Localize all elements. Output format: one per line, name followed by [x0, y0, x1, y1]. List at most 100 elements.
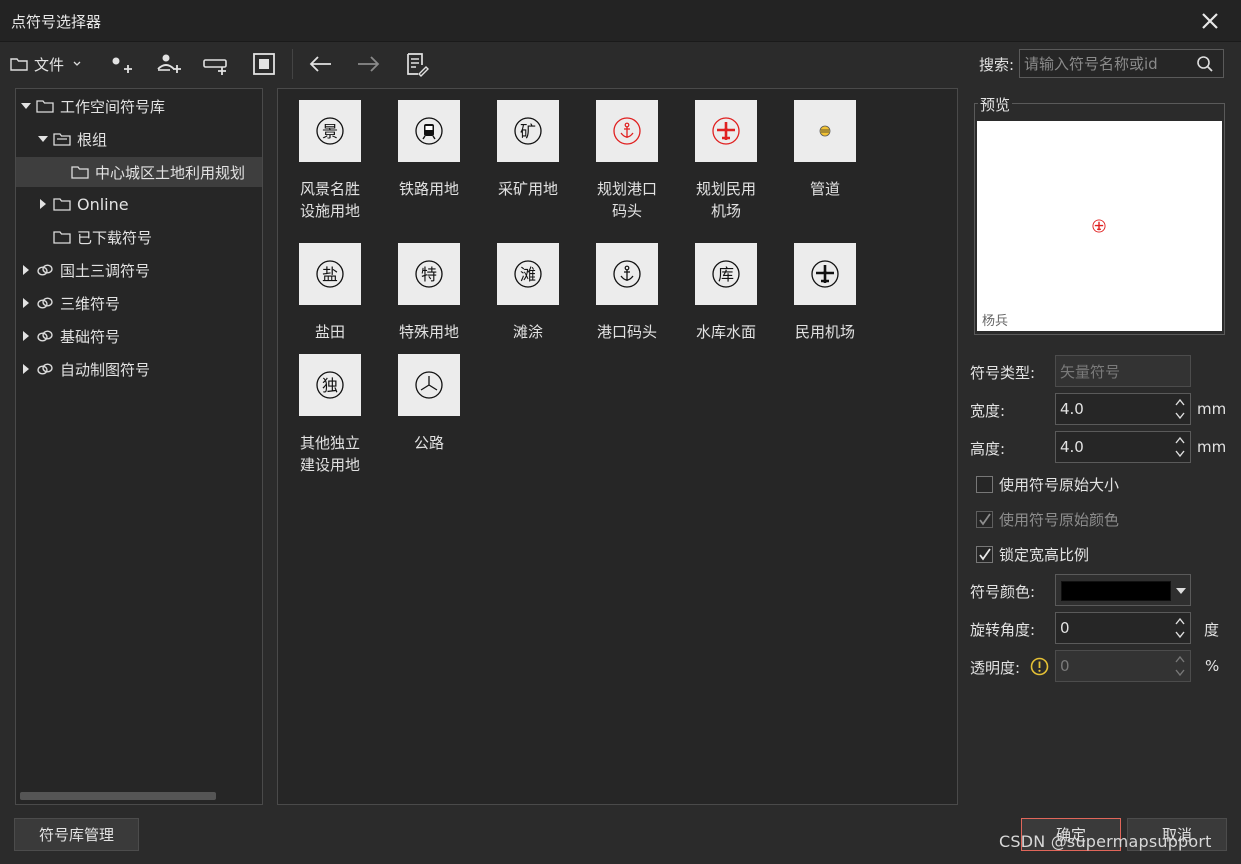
symbol-glyph: 景 [322, 122, 338, 141]
tree-item-online[interactable]: Online [16, 189, 262, 219]
symbol-name: 规划民用 [695, 180, 756, 198]
symbol-frame-button[interactable] [251, 51, 277, 77]
document-edit-icon [407, 53, 429, 77]
symbol-item[interactable]: 盐 盐田 [290, 243, 370, 343]
search-icon[interactable] [1196, 55, 1214, 73]
symbol-name: 管道 [809, 180, 840, 198]
symbol-glyph: 矿 [520, 122, 536, 141]
highway-icon [415, 371, 443, 399]
collapsed-arrow-icon[interactable] [20, 363, 32, 375]
file-menu-button[interactable]: 文件 [10, 51, 82, 77]
symbol-item[interactable]: 民用机场 [785, 243, 865, 343]
symbol-item[interactable]: 矿 采矿用地 [488, 100, 568, 200]
search-label: 搜索: [979, 56, 1015, 74]
link-icon [37, 297, 53, 309]
rotation-spinbox[interactable]: 0 [1055, 612, 1191, 644]
add-point-icon [112, 57, 132, 73]
close-icon[interactable] [1197, 8, 1223, 34]
symbol-item[interactable]: 库 水库水面 [686, 243, 766, 343]
lock-ratio-checkbox[interactable]: 锁定宽高比例 [976, 544, 1089, 565]
arrow-left-icon [309, 56, 331, 72]
collapsed-arrow-icon[interactable] [20, 330, 32, 342]
width-spinbox[interactable]: 4.0 [1055, 393, 1191, 425]
frame-icon [253, 53, 275, 75]
symbol-type-label: 符号类型: [970, 364, 1036, 382]
tree-item-workspace-library[interactable]: 工作空间符号库 [16, 91, 262, 121]
checkbox-label: 使用符号原始大小 [999, 476, 1120, 494]
symbol-glyph: 盐 [322, 265, 338, 284]
link-icon [37, 330, 53, 342]
forward-button[interactable] [355, 51, 381, 77]
symbol-name: 铁路用地 [398, 180, 459, 198]
symbol-item[interactable]: 港口码头 [587, 243, 667, 343]
manage-library-button[interactable]: 符号库管理 [14, 818, 139, 851]
rotation-label: 旋转角度: [970, 621, 1036, 639]
symbol-color-label: 符号颜色: [970, 583, 1036, 601]
checkmark-icon [979, 548, 991, 561]
symbol-item[interactable]: 管道 [785, 100, 865, 200]
add-group-button[interactable] [155, 51, 183, 77]
symbol-color-picker[interactable] [1055, 574, 1191, 606]
use-original-color-checkbox[interactable]: 使用符号原始颜色 [976, 509, 1119, 530]
add-person-icon [157, 54, 181, 73]
tree-item-label: 自动制图符号 [60, 360, 151, 379]
tree-item-downloaded[interactable]: 已下载符号 [16, 222, 262, 252]
symbol-item[interactable]: 规划民用 机场 [686, 100, 766, 222]
symbol-item[interactable]: 规划港口 码头 [587, 100, 667, 222]
width-unit: mm [1197, 400, 1227, 418]
folder-icon [10, 58, 28, 71]
checkbox-label: 使用符号原始颜色 [999, 511, 1120, 529]
collapsed-arrow-icon[interactable] [20, 264, 32, 276]
dropdown-arrow-icon[interactable] [1176, 587, 1186, 595]
train-icon [415, 117, 443, 145]
symbol-item[interactable]: 独 其他独立 建设用地 [290, 354, 370, 476]
horizontal-scrollbar[interactable] [20, 792, 216, 800]
spinner-arrows-icon[interactable] [1174, 435, 1186, 459]
tree-item-root-group[interactable]: 根组 [16, 124, 262, 154]
tree-item-auto-mapping[interactable]: 自动制图符号 [16, 354, 262, 384]
symbol-info-button[interactable] [404, 51, 430, 77]
tree-item-label: 国土三调符号 [60, 261, 151, 280]
symbol-name: 设施用地 [299, 202, 360, 220]
spinner-arrows-icon[interactable] [1174, 616, 1186, 640]
symbol-item[interactable]: 特 特殊用地 [389, 243, 469, 343]
add-symbol-button[interactable] [108, 51, 134, 77]
mine-icon: 矿 [514, 117, 542, 145]
collapsed-arrow-icon[interactable] [20, 297, 32, 309]
checkbox-box[interactable] [976, 511, 993, 528]
symbol-name: 建设用地 [299, 456, 360, 474]
arrow-right-icon [358, 56, 380, 72]
airplane-icon [1092, 219, 1106, 233]
height-spinbox[interactable]: 4.0 [1055, 431, 1191, 463]
collapsed-arrow-icon[interactable] [37, 198, 49, 210]
tree-item-urban-landuse[interactable]: 中心城区土地利用规划 [16, 157, 262, 187]
symbol-item[interactable]: 公路 [389, 354, 469, 454]
symbol-name: 风景名胜 [299, 180, 360, 198]
symbol-library-tree: 工作空间符号库 根组 中心城区土地利用规划 Online 已下载符号 国土三调符… [15, 88, 263, 805]
tree-item-third-survey[interactable]: 国土三调符号 [16, 255, 262, 285]
use-original-size-checkbox[interactable]: 使用符号原始大小 [976, 474, 1119, 495]
checkbox-box[interactable] [976, 476, 993, 493]
symbol-item[interactable]: 景 风景名胜设施用地 [290, 100, 370, 222]
opacity-spinbox: 0 [1055, 650, 1191, 682]
spinner-arrows-icon[interactable] [1174, 397, 1186, 421]
tidal-flat-icon: 滩 [514, 260, 542, 288]
link-icon [37, 363, 53, 375]
rotation-unit: 度 [1204, 621, 1220, 639]
symbol-item[interactable]: 铁路用地 [389, 100, 469, 200]
add-line-symbol-button[interactable] [202, 51, 230, 77]
symbol-name: 水库水面 [695, 323, 756, 341]
expanded-arrow-icon[interactable] [20, 100, 32, 112]
symbol-glyph: 滩 [520, 265, 536, 284]
tree-item-basic-symbols[interactable]: 基础符号 [16, 321, 262, 351]
search-input[interactable] [1020, 50, 1190, 77]
checkbox-box[interactable] [976, 546, 993, 563]
symbol-item[interactable]: 滩 滩涂 [488, 243, 568, 343]
back-button[interactable] [308, 51, 334, 77]
symbol-name: 采矿用地 [497, 180, 558, 198]
tree-item-3d-symbols[interactable]: 三维符号 [16, 288, 262, 318]
expanded-arrow-icon[interactable] [37, 133, 49, 145]
symbol-name: 公路 [413, 434, 444, 452]
chevron-down-icon [73, 61, 81, 66]
independent-icon: 独 [316, 371, 344, 399]
